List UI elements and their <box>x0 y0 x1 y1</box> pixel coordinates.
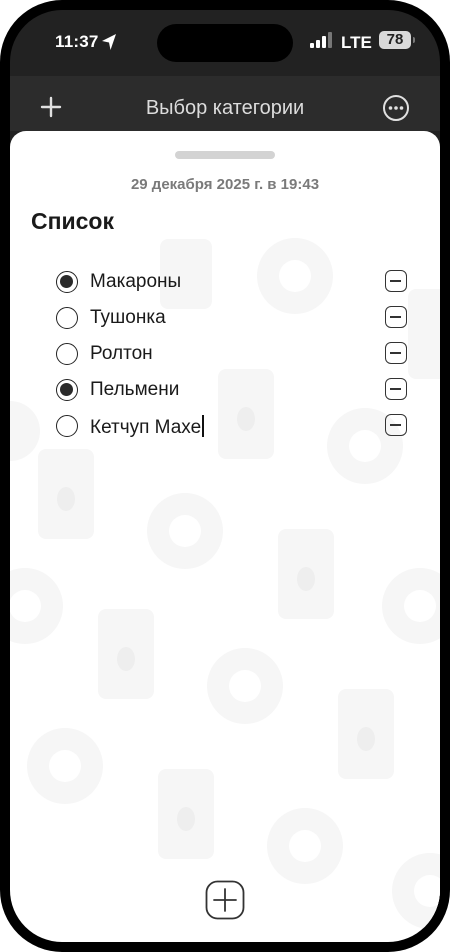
remove-item-button[interactable] <box>385 270 407 292</box>
battery-indicator: 78 <box>379 31 411 49</box>
item-label[interactable]: Ролтон <box>90 343 153 365</box>
nav-title: Выбор категории <box>145 97 305 119</box>
location-arrow-icon <box>102 34 116 50</box>
item-text-field[interactable]: Кетчуп Махе <box>90 415 204 439</box>
cellular-signal-icon <box>310 32 332 48</box>
item-checkbox[interactable] <box>56 271 78 293</box>
item-label[interactable]: Пельмени <box>90 379 179 401</box>
battery-cap <box>413 37 415 43</box>
status-bar: 11:37 LTE 78 <box>10 10 440 74</box>
background-pattern <box>10 238 440 929</box>
item-checkbox[interactable] <box>56 343 78 365</box>
status-time: 11:37 <box>55 32 99 51</box>
list-title: Список <box>31 208 114 234</box>
list-item: Макароны <box>54 269 409 299</box>
screen: 11:37 LTE 78 Выбор категории 29 декабря … <box>10 10 440 942</box>
remove-item-button[interactable] <box>385 342 407 364</box>
item-label[interactable]: Макароны <box>90 271 181 293</box>
remove-item-button[interactable] <box>385 378 407 400</box>
item-checkbox[interactable] <box>56 379 78 401</box>
list-date: 29 декабря 2025 г. в 19:43 <box>130 176 320 193</box>
phone-frame: 11:37 LTE 78 Выбор категории 29 декабря … <box>0 0 450 952</box>
item-checkbox[interactable] <box>56 307 78 329</box>
list-sheet: 29 декабря 2025 г. в 19:43 Список Макаро… <box>10 131 440 942</box>
text-cursor <box>202 415 204 437</box>
item-label: Кетчуп Махе <box>90 417 202 438</box>
remove-item-button[interactable] <box>385 414 407 436</box>
list-item: Тушонка <box>54 305 409 335</box>
plus-square-icon[interactable] <box>205 880 245 920</box>
item-checkbox[interactable] <box>56 415 78 437</box>
list-item: Кетчуп Махе <box>54 413 409 443</box>
dynamic-island <box>157 24 293 62</box>
remove-item-button[interactable] <box>385 306 407 328</box>
list-item: Пельмени <box>54 377 409 407</box>
item-label[interactable]: Тушонка <box>90 307 166 329</box>
nav-bar: Выбор категории <box>10 76 440 131</box>
list-item: Ролтон <box>54 341 409 371</box>
network-label: LTE <box>341 33 372 52</box>
sheet-grabber[interactable] <box>175 151 275 159</box>
ellipsis-circle-icon[interactable] <box>382 94 410 122</box>
